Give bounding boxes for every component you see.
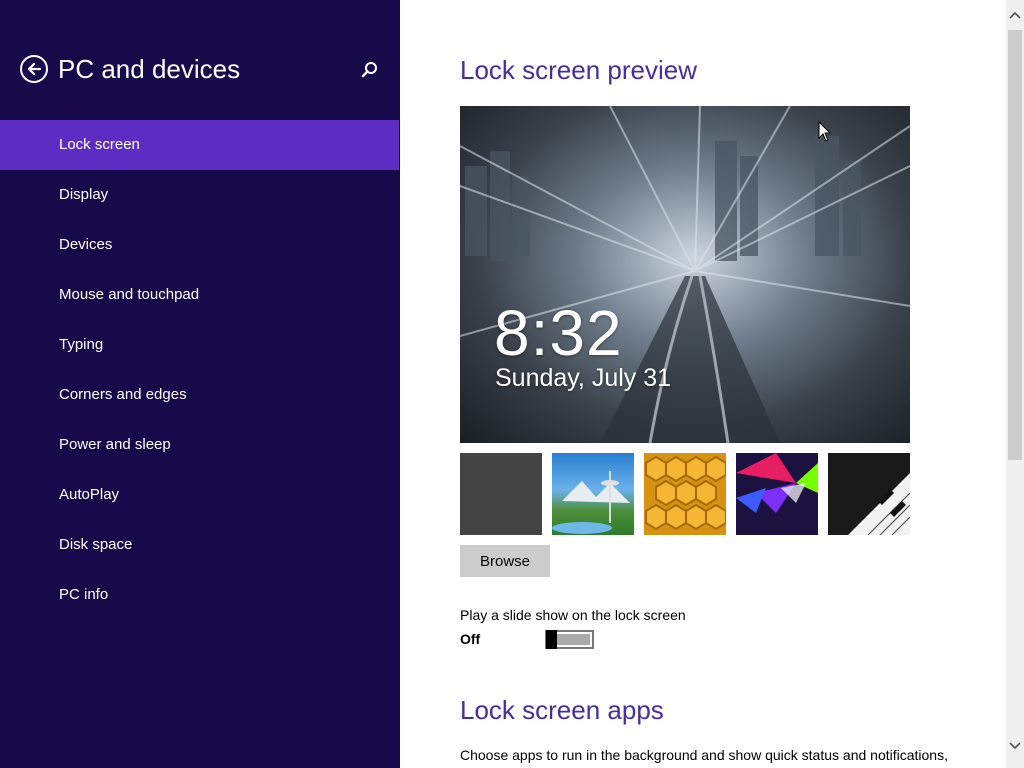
slideshow-toggle[interactable]: [545, 630, 594, 649]
sidebar-item-label: PC info: [59, 586, 109, 603]
sidebar-item-label: Mouse and touchpad: [59, 286, 200, 303]
gray-blank-thumbnail[interactable]: [460, 453, 542, 535]
toggle-thumb: [546, 630, 557, 649]
slideshow-label: Play a slide show on the lock screen: [460, 607, 686, 623]
honeycomb-thumbnail[interactable]: [644, 453, 726, 535]
background-thumbnails: [460, 453, 910, 535]
sidebar-item-label: Corners and edges: [59, 386, 187, 403]
piano-keys-thumbnail[interactable]: [828, 453, 910, 535]
sidebar-item-label: AutoPlay: [59, 486, 120, 503]
sidebar-item-disk-space[interactable]: Disk space: [0, 520, 400, 570]
sidebar-item-devices[interactable]: Devices: [0, 220, 400, 270]
sidebar-item-corners-and-edges[interactable]: Corners and edges: [0, 370, 400, 420]
preview-clock: 8:32: [494, 297, 623, 369]
scroll-up-icon[interactable]: [1006, 6, 1024, 24]
sidebar-item-power-and-sleep[interactable]: Power and sleep: [0, 420, 400, 470]
sidebar-item-lock-screen[interactable]: Lock screen: [0, 120, 399, 170]
sidebar-item-label: Devices: [59, 236, 113, 253]
lock-screen-preview-heading: Lock screen preview: [460, 55, 697, 85]
sidebar-item-label: Typing: [59, 336, 104, 353]
browse-button[interactable]: Browse: [460, 545, 550, 577]
vertical-scrollbar[interactable]: [1006, 0, 1024, 768]
sidebar-item-typing[interactable]: Typing: [0, 320, 400, 370]
lock-screen-apps-description: Choose apps to run in the background and…: [460, 747, 948, 763]
sidebar-item-label: Display: [59, 186, 109, 203]
back-arrow-icon[interactable]: [20, 55, 48, 83]
scroll-thumb[interactable]: [1008, 30, 1022, 460]
sidebar-item-display[interactable]: Display: [0, 170, 400, 220]
main-content: Lock screen preview 8:32 Sunday, July 31…: [400, 0, 1006, 768]
lock-screen-preview: 8:32 Sunday, July 31: [460, 106, 910, 443]
sidebar-item-label: Lock screen: [59, 136, 140, 153]
sidebar-item-autoplay[interactable]: AutoPlay: [0, 470, 400, 520]
sidebar-item-mouse-and-touchpad[interactable]: Mouse and touchpad: [0, 270, 400, 320]
sidebar-item-pc-info[interactable]: PC info: [0, 570, 400, 620]
page-title: PC and devices: [58, 54, 241, 84]
geometric-colors-thumbnail[interactable]: [736, 453, 818, 535]
space-needle-thumbnail[interactable]: [552, 453, 634, 535]
preview-date: Sunday, July 31: [495, 364, 672, 392]
slideshow-state: Off: [460, 631, 481, 647]
sidebar-item-label: Power and sleep: [59, 436, 171, 453]
sidebar: PC and devices Lock screen Display Devic…: [0, 0, 400, 768]
sidebar-nav: Lock screen Display Devices Mouse and to…: [0, 120, 400, 620]
sidebar-item-label: Disk space: [59, 536, 133, 553]
scroll-down-icon[interactable]: [1006, 737, 1024, 755]
lock-screen-apps-heading: Lock screen apps: [460, 695, 664, 725]
mouse-pointer-icon: [818, 120, 832, 143]
search-icon[interactable]: [360, 60, 380, 80]
